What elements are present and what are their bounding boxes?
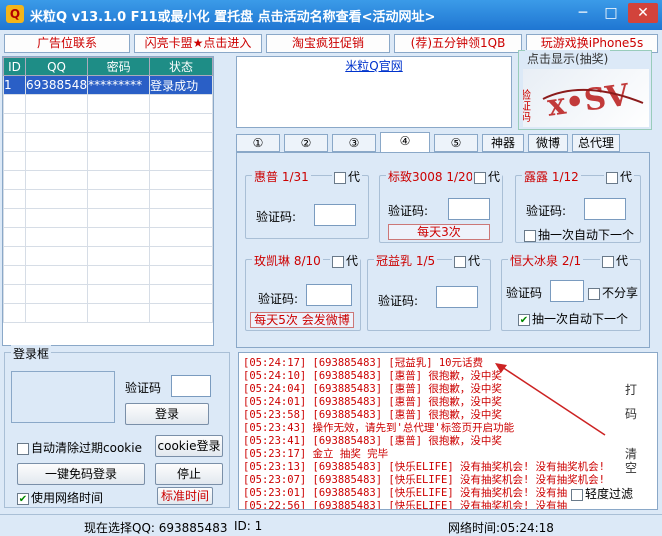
code-input[interactable]: [584, 198, 626, 220]
title-bar: Q 米粒Q v13.1.0 F11或最小化 置托盘 点击活动名称查看<活动网址>…: [0, 0, 662, 30]
cell-id: 1: [3, 75, 26, 95]
tab-3[interactable]: ③: [332, 134, 376, 152]
ad-link-contact[interactable]: 广告位联系: [4, 34, 130, 53]
code-input[interactable]: [306, 284, 352, 306]
light-filter-checkbox[interactable]: 轻度过滤: [571, 485, 634, 502]
status-id: ID: 1: [234, 519, 263, 533]
tab-agent[interactable]: 总代理: [572, 134, 620, 152]
login-box: 登录框 验证码 登录 自动清除过期cookie cookie登录 一键免码登录 …: [4, 345, 230, 508]
grid-header-row: ID QQ 密码 状态: [3, 57, 213, 76]
prize-group-biaozhi: 标致3008 1/20 代 验证码: 每天3次: [379, 168, 503, 243]
prize-group-huipu: 惠普 1/31 代 验证码:: [245, 168, 369, 239]
tab-weibo[interactable]: 微博: [528, 134, 568, 152]
stop-button[interactable]: 停止: [155, 463, 223, 485]
close-icon[interactable]: ✕: [628, 3, 658, 23]
captcha-code-label: 验证码: [523, 88, 532, 123]
prize-title: 恒大冰泉 2/1: [508, 252, 584, 269]
code-input[interactable]: [314, 204, 356, 226]
agent-checkbox[interactable]: 代: [600, 252, 631, 269]
prize-title: 冠益乳 1/5: [374, 252, 438, 269]
code-label: 验证码:: [526, 204, 567, 218]
agent-checkbox[interactable]: 代: [472, 168, 503, 185]
side-label-ma: 码: [625, 407, 638, 421]
status-bar: 现在选择QQ: 693885483 ID: 1 网络时间:05:24:18: [0, 514, 662, 536]
log-panel[interactable]: [05:24:17] [693885483] [冠益乳] 10元话费 [05:2…: [238, 352, 658, 510]
side-label-kong: 空: [625, 461, 638, 475]
code-input[interactable]: [448, 198, 490, 220]
code-label: 验证码:: [258, 292, 299, 306]
agent-checkbox[interactable]: 代: [452, 252, 483, 269]
app-icon: Q: [6, 5, 24, 23]
maximize-icon[interactable]: □: [598, 3, 624, 23]
prize-title: 惠普 1/31: [252, 168, 311, 185]
login-code-input[interactable]: [171, 375, 211, 397]
col-password[interactable]: 密码: [87, 57, 151, 76]
prize-group-hengda: 恒大冰泉 2/1 代 验证码 不分享 抽一次自动下一个: [501, 252, 641, 331]
status-net-time: 网络时间:05:24:18: [448, 521, 554, 535]
lottery-panel[interactable]: 点击显示(抽奖) 验证码 x•SV: [518, 50, 652, 130]
window-title: 米粒Q v13.1.0 F11或最小化 置托盘 点击活动名称查看<活动网址>: [30, 10, 436, 25]
tab-1[interactable]: ①: [236, 134, 280, 152]
code-label: 验证码:: [256, 210, 297, 224]
auto-next-checkbox[interactable]: 抽一次自动下一个: [518, 310, 628, 327]
limit-tag: 每天3次: [388, 224, 490, 240]
agent-checkbox[interactable]: 代: [332, 168, 363, 185]
tab-5[interactable]: ⑤: [434, 134, 478, 152]
tab-4[interactable]: ④: [380, 132, 430, 154]
prize-group-meikailin: 玫凯琳 8/10 代 验证码: 每天5次 会发微博: [245, 252, 361, 331]
std-time-button[interactable]: 标准时间: [157, 487, 213, 505]
lottery-title: 点击显示(抽奖): [525, 50, 611, 67]
tab-shenqi[interactable]: 神器: [482, 134, 524, 152]
prize-title: 玫凯琳 8/10: [252, 252, 323, 269]
prize-group-guanyiru: 冠益乳 1/5 代 验证码:: [367, 252, 491, 331]
login-button[interactable]: 登录: [125, 403, 209, 425]
use-net-time-checkbox[interactable]: 使用网络时间: [17, 489, 103, 506]
minimize-icon[interactable]: ─: [570, 3, 596, 23]
prize-title: 标致3008 1/20: [386, 168, 476, 185]
cell-qq: 69388548: [24, 75, 89, 95]
code-input[interactable]: [550, 280, 584, 302]
ad-link-kameng[interactable]: 闪亮卡盟★点击进入: [134, 34, 262, 53]
log-line: [05:22:56] [693885483] [快乐ELIFE] 没有抽奖机会!…: [243, 500, 568, 510]
auto-clear-cookie-checkbox[interactable]: 自动清除过期cookie: [17, 439, 142, 456]
ad-link-qb[interactable]: (荐)五分钟领1QB: [394, 34, 522, 53]
side-label-da: 打: [625, 383, 638, 397]
account-grid[interactable]: ID QQ 密码 状态 1 69388548 ********* 登录成功: [2, 56, 214, 346]
code-label: 验证码: [506, 286, 543, 300]
ad-box[interactable]: 米粒Q官网: [236, 56, 512, 128]
code-label: 验证码:: [388, 204, 429, 218]
arrow-annotation: [495, 363, 606, 436]
one-key-login-button[interactable]: 一键免码登录: [17, 463, 145, 485]
agent-checkbox[interactable]: 代: [330, 252, 361, 269]
cell-status: 登录成功: [149, 75, 213, 95]
website-link[interactable]: 米粒Q官网: [345, 59, 402, 73]
cell-password: *********: [87, 75, 151, 95]
ad-link-taobao[interactable]: 淘宝疯狂促销: [266, 34, 390, 53]
prize-group-lulu: 露露 1/12 代 验证码: 抽一次自动下一个: [515, 168, 641, 243]
no-share-checkbox[interactable]: 不分享: [588, 284, 638, 301]
tab-strip: ① ② ③ ④ ⑤ 神器 微博 总代理: [236, 132, 650, 154]
code-label: 验证码:: [378, 294, 419, 308]
captcha-image[interactable]: 验证码 x•SV: [519, 69, 649, 127]
col-status[interactable]: 状态: [149, 57, 213, 76]
tab-2[interactable]: ②: [284, 134, 328, 152]
table-row[interactable]: 1 69388548 ********* 登录成功: [3, 75, 213, 95]
login-title: 登录框: [11, 345, 52, 362]
agent-checkbox[interactable]: 代: [604, 168, 635, 185]
login-code-label: 验证码: [125, 381, 162, 395]
status-current-qq: 现在选择QQ: 693885483: [84, 521, 228, 535]
svg-text:x•SV: x•SV: [545, 78, 632, 124]
cookie-login-button[interactable]: cookie登录: [155, 435, 223, 457]
col-qq[interactable]: QQ: [24, 57, 89, 76]
code-input[interactable]: [436, 286, 478, 308]
auto-next-checkbox[interactable]: 抽一次自动下一个: [524, 226, 634, 243]
col-id[interactable]: ID: [3, 57, 26, 76]
prize-title: 露露 1/12: [522, 168, 581, 185]
limit-tag: 每天5次 会发微博: [250, 312, 354, 328]
login-captcha-image[interactable]: [11, 371, 115, 423]
app-window: Q 米粒Q v13.1.0 F11或最小化 置托盘 点击活动名称查看<活动网址>…: [0, 0, 662, 536]
tab-panel: 惠普 1/31 代 验证码: 标致3008 1/20 代 验证码: 每天3次 露…: [236, 152, 650, 348]
